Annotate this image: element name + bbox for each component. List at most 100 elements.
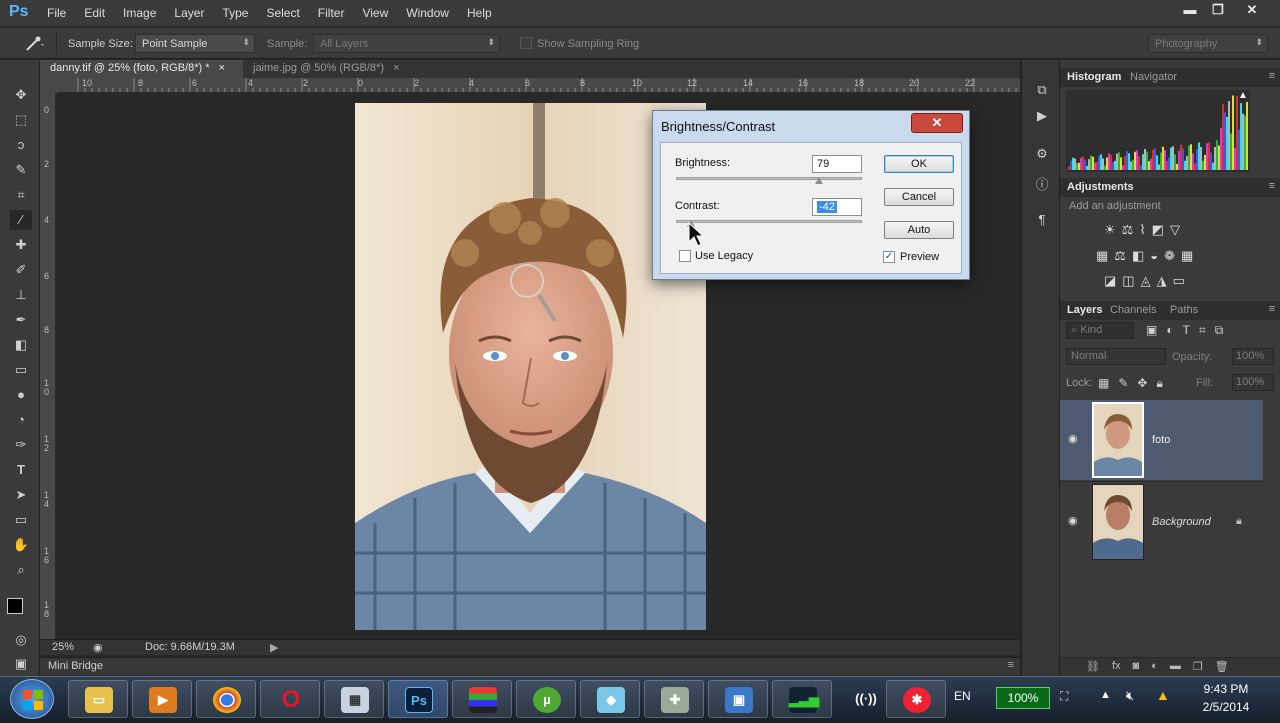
layer-name[interactable]: Background	[1152, 516, 1211, 528]
curves-adjustment-icon[interactable]: ⌇	[1139, 222, 1145, 238]
mini-bridge-tab[interactable]: Mini Bridge	[48, 660, 103, 672]
zoom-tool-icon[interactable]: ⌕	[10, 560, 32, 580]
language-indicator[interactable]: EN	[954, 689, 971, 703]
channel-mixer-icon[interactable]: ❁	[1164, 248, 1175, 264]
brightness-adjustment-icon[interactable]: ☀	[1104, 222, 1116, 238]
tab-histogram[interactable]: Histogram	[1067, 71, 1121, 83]
panel-menu-icon[interactable]: ≡	[1008, 659, 1014, 671]
rectangle-tool-icon[interactable]: ▭	[10, 510, 32, 530]
visibility-eye-icon[interactable]: ◉	[1068, 432, 1078, 445]
sample-size-select[interactable]: Point Sample ⬍	[135, 34, 255, 53]
ok-button[interactable]: OK	[884, 155, 954, 173]
crop-tool-icon[interactable]: ⌗	[10, 185, 32, 205]
trash-icon[interactable]: 🗑︎	[1215, 660, 1229, 673]
panel-menu-icon[interactable]: ≡	[1269, 70, 1275, 82]
blur-tool-icon[interactable]: ●	[10, 385, 32, 405]
volume-icon[interactable]: 🔇︎	[1126, 688, 1134, 704]
tab-jaime[interactable]: jaime.jpg @ 50% (RGB/8*) ×	[243, 60, 413, 78]
clone-stamp-tool-icon[interactable]: ⊥	[10, 285, 32, 305]
posterize-icon[interactable]: ◫	[1122, 273, 1134, 289]
menu-type[interactable]: Type	[213, 0, 257, 26]
menu-edit[interactable]: Edit	[75, 0, 114, 26]
taskbar-calculator[interactable]: ▦	[324, 680, 384, 718]
path-selection-tool-icon[interactable]: ➤	[10, 485, 32, 505]
actions-icon[interactable]: ▶	[1032, 108, 1052, 126]
filter-smart-object-icon[interactable]: ⧉	[1215, 323, 1224, 338]
character-icon[interactable]: ⚙	[1032, 146, 1052, 164]
type-tool-icon[interactable]: T	[10, 460, 32, 480]
hand-tool-icon[interactable]: ✋	[10, 535, 32, 555]
menu-window[interactable]: Window	[397, 0, 458, 26]
eyedropper-tool-icon[interactable]: ⁄	[10, 210, 32, 230]
new-layer-icon[interactable]: ❐	[1193, 660, 1203, 673]
tab-channels[interactable]: Channels	[1110, 304, 1156, 316]
threshold-icon[interactable]: ◬	[1141, 273, 1151, 289]
zoom-level[interactable]: 25%	[52, 641, 74, 653]
layer-row-foto[interactable]: ◉ foto	[1060, 400, 1263, 480]
visibility-eye-icon[interactable]: ◉	[1068, 514, 1078, 527]
quick-selection-tool-icon[interactable]: ✎	[10, 160, 32, 180]
system-clock[interactable]: 9:43 PM 2/5/2014	[1186, 680, 1266, 716]
menu-view[interactable]: View	[353, 0, 397, 26]
contrast-input[interactable]: -42	[812, 198, 862, 216]
preview-checkbox[interactable]: ✓	[883, 251, 895, 263]
gradient-map-icon[interactable]: ▭	[1173, 273, 1185, 289]
tab-paths[interactable]: Paths	[1170, 304, 1198, 316]
filter-pixel-icon[interactable]: ▣	[1146, 323, 1157, 338]
taskbar-opera[interactable]: O	[260, 680, 320, 718]
healing-brush-tool-icon[interactable]: ✚	[10, 235, 32, 255]
menu-image[interactable]: Image	[114, 0, 165, 26]
lock-all-icon[interactable]: 🔒︎	[1156, 376, 1162, 391]
screen-mode-icon[interactable]: ▣	[10, 654, 32, 674]
lock-pixels-icon[interactable]: ✎	[1118, 376, 1128, 391]
color-balance-icon[interactable]: ⚖	[1114, 248, 1126, 264]
status-menu-arrow-icon[interactable]: ▶	[270, 641, 278, 654]
warning-icon[interactable]: ▲	[1238, 90, 1248, 101]
fx-icon[interactable]: fx	[1112, 660, 1121, 673]
history-icon[interactable]: ⧉	[1032, 82, 1052, 100]
layer-filter-kind[interactable]: ⌕ Kind	[1066, 322, 1134, 339]
tab-navigator[interactable]: Navigator	[1130, 71, 1177, 83]
marquee-tool-icon[interactable]: ⬚	[10, 110, 32, 130]
brightness-input[interactable]: 79	[812, 155, 862, 173]
hue-saturation-icon[interactable]: ▦	[1096, 248, 1108, 264]
taskbar-utorrent[interactable]: µ	[516, 680, 576, 718]
menu-filter[interactable]: Filter	[309, 0, 354, 26]
dialog-close-icon[interactable]: ✕	[911, 113, 963, 133]
color-lookup-icon[interactable]: ▦	[1181, 248, 1193, 264]
action-center-icon[interactable]: ⛶	[1060, 689, 1068, 704]
link-layers-icon[interactable]: ⛓	[1086, 660, 1100, 673]
vibrance-adjustment-icon[interactable]: ▽	[1170, 222, 1180, 238]
drive-icon[interactable]: ▲	[1156, 687, 1170, 703]
lock-transparent-icon[interactable]: ▦	[1098, 376, 1109, 391]
eraser-tool-icon[interactable]: ◧	[10, 335, 32, 355]
restore-button[interactable]: ❐	[1204, 2, 1232, 20]
panel-menu-icon[interactable]: ≡	[1269, 180, 1275, 192]
new-adjustment-icon[interactable]: ◐	[1151, 660, 1158, 673]
start-button[interactable]	[10, 679, 54, 719]
auto-button[interactable]: Auto	[884, 221, 954, 239]
cancel-button[interactable]: Cancel	[884, 188, 954, 206]
gradient-tool-icon[interactable]: ▭	[10, 360, 32, 380]
battery-indicator[interactable]: 100%	[996, 687, 1050, 709]
invert-icon[interactable]: ◪	[1104, 273, 1116, 289]
tab-close-icon[interactable]: ×	[393, 62, 399, 74]
pen-tool-icon[interactable]: ✑	[10, 435, 32, 455]
close-button[interactable]: ✕	[1238, 2, 1266, 20]
filter-adjustment-icon[interactable]: ◐	[1166, 323, 1173, 338]
show-sampling-ring-checkbox[interactable]	[520, 37, 532, 49]
minimize-button[interactable]: ▬	[1176, 2, 1204, 20]
photo-filter-icon[interactable]: ◒	[1150, 248, 1158, 264]
taskbar-chrome[interactable]	[196, 680, 256, 718]
history-brush-tool-icon[interactable]: ✒	[10, 310, 32, 330]
show-hidden-icons-icon[interactable]: ▲	[1100, 689, 1111, 701]
brightness-slider-track[interactable]	[676, 177, 862, 180]
panel-menu-icon[interactable]: ≡	[1269, 303, 1275, 315]
black-white-icon[interactable]: ◧	[1132, 248, 1144, 264]
tab-layers[interactable]: Layers	[1067, 304, 1102, 316]
taskbar-photoshop[interactable]: Ps	[388, 680, 448, 718]
taskbar-explorer[interactable]: ▭	[68, 680, 128, 718]
menu-help[interactable]: Help	[458, 0, 501, 26]
info-icon[interactable]: ⓘ	[1032, 174, 1052, 192]
eyedropper-tool-preset-icon[interactable]	[22, 34, 44, 54]
